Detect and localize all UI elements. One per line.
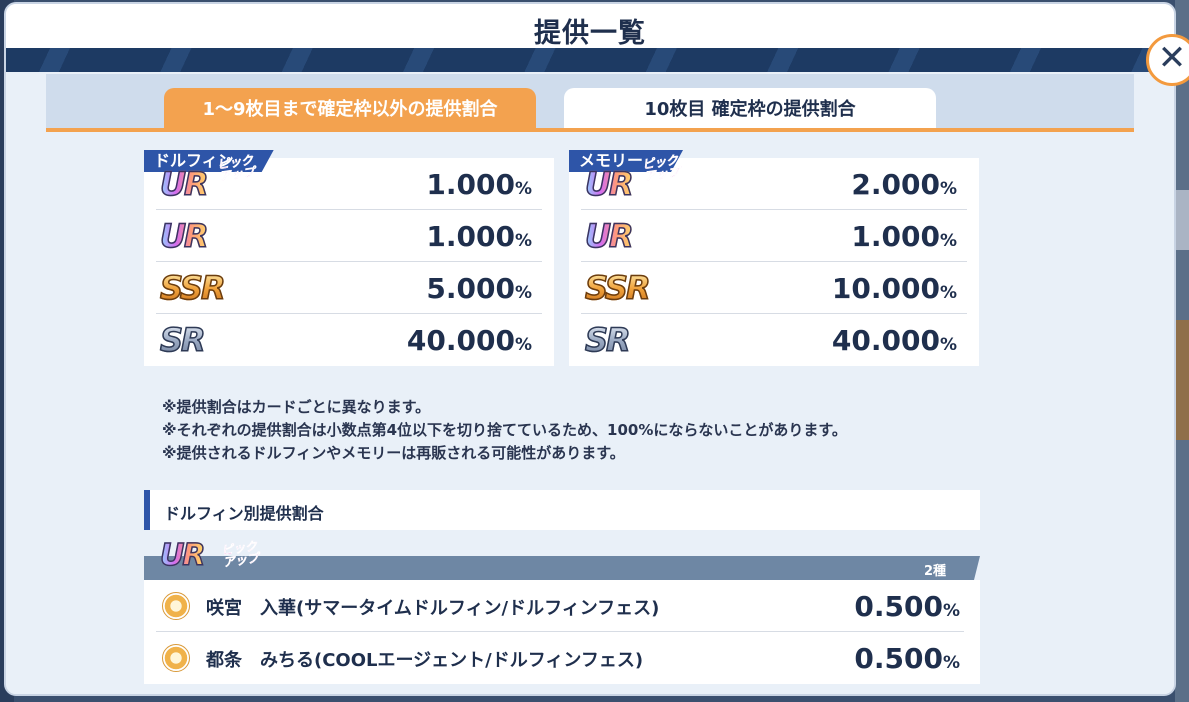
rate-row-sr: SR 40.000% bbox=[156, 314, 542, 366]
ur-pickup-badge-icon: UR bbox=[159, 165, 209, 203]
rate-value: 40.000% bbox=[406, 324, 532, 357]
character-list: 咲宮 入華(サマータイムドルフィン/ドルフィンフェス) 0.500% 都条 みち… bbox=[144, 580, 980, 684]
cool-attribute-icon bbox=[162, 592, 190, 620]
rate-row-ur: UR 1.000% bbox=[156, 210, 542, 262]
rate-value: 1.000% bbox=[426, 168, 532, 201]
rate-row-ur: UR 1.000% bbox=[581, 210, 967, 262]
section-title: ドルフィン別提供割合 bbox=[164, 504, 324, 523]
modal-header: 提供一覧 bbox=[6, 4, 1174, 49]
cool-attribute-icon bbox=[162, 644, 190, 672]
rate-row-ur-pickup: UR ピック アップ 2.000% bbox=[581, 153, 967, 210]
sr-badge-icon: SR bbox=[584, 321, 631, 359]
character-name: 都条 みちる(COOLエージェント/ドルフィンフェス) bbox=[206, 650, 644, 671]
header-stripe bbox=[6, 48, 1174, 72]
close-button[interactable]: ✕ bbox=[1146, 34, 1189, 86]
pickup-icon: ピック アップ bbox=[220, 538, 260, 570]
character-rate: 0.500% bbox=[854, 642, 960, 675]
group-count: 2種 bbox=[924, 564, 947, 579]
ur-badge-icon: UR bbox=[159, 217, 209, 255]
note-line: ※提供されるドルフィンやメモリーは再販される可能性があります。 bbox=[162, 444, 625, 462]
pickup-icon: ピック アップ bbox=[216, 152, 256, 184]
ssr-badge-icon: SSR bbox=[584, 269, 651, 307]
rates-modal: 提供一覧 1〜9枚目まで確定枠以外の提供割合 10枚目 確定枠の提供割合 ドルフ… bbox=[4, 2, 1176, 696]
rate-value: 40.000% bbox=[831, 324, 957, 357]
group-header bbox=[144, 556, 980, 580]
character-name: 咲宮 入華(サマータイムドルフィン/ドルフィンフェス) bbox=[206, 598, 660, 619]
modal-content[interactable]: 1〜9枚目まで確定枠以外の提供割合 10枚目 確定枠の提供割合 ドルフィン UR… bbox=[6, 72, 1174, 694]
sr-badge-icon: SR bbox=[159, 321, 206, 359]
memory-rate-box: メモリー UR ピック アップ 2.000% UR 1.000% SSR 10.… bbox=[569, 158, 979, 366]
rate-value: 1.000% bbox=[426, 220, 532, 253]
rate-value: 1.000% bbox=[851, 220, 957, 253]
tab-normal-rates[interactable]: 1〜9枚目まで確定枠以外の提供割合 bbox=[164, 88, 536, 128]
ur-pickup-badge-icon: UR bbox=[584, 165, 634, 203]
list-item: 咲宮 入華(サマータイムドルフィン/ドルフィンフェス) 0.500% bbox=[156, 580, 964, 632]
note-line: ※それぞれの提供割合は小数点第4位以下を切り捨てているため、100%にならないこ… bbox=[162, 421, 847, 439]
tab-underline bbox=[46, 128, 1134, 132]
pickup-icon: ピック アップ bbox=[641, 152, 681, 184]
character-rate: 0.500% bbox=[854, 590, 960, 623]
modal-title: 提供一覧 bbox=[534, 18, 646, 49]
rate-value: 2.000% bbox=[851, 168, 957, 201]
rate-row-ssr: SSR 10.000% bbox=[581, 262, 967, 314]
rate-row-ssr: SSR 5.000% bbox=[156, 262, 542, 314]
ssr-badge-icon: SSR bbox=[159, 269, 226, 307]
tab-guaranteed-rates[interactable]: 10枚目 確定枠の提供割合 bbox=[564, 88, 936, 128]
section-accent-bar bbox=[144, 490, 150, 530]
rate-value: 5.000% bbox=[426, 272, 532, 305]
ur-badge-icon: UR bbox=[584, 217, 634, 255]
dolphin-rate-box: ドルフィン UR ピック アップ 1.000% UR 1.000% SSR 5.… bbox=[144, 158, 554, 366]
rate-row-sr: SR 40.000% bbox=[581, 314, 967, 366]
section-heading: ドルフィン別提供割合 bbox=[144, 490, 980, 530]
list-item: 都条 みちる(COOLエージェント/ドルフィンフェス) 0.500% bbox=[156, 632, 964, 684]
rate-value: 10.000% bbox=[831, 272, 957, 305]
close-icon: ✕ bbox=[1157, 38, 1187, 78]
ur-pickup-badge-icon: UR bbox=[159, 537, 206, 578]
note-line: ※提供割合はカードごとに異なります。 bbox=[162, 398, 431, 416]
rate-row-ur-pickup: UR ピック アップ 1.000% bbox=[156, 153, 542, 210]
notes: ※提供割合はカードごとに異なります。 ※それぞれの提供割合は小数点第4位以下を切… bbox=[162, 396, 847, 465]
background-scene-right bbox=[1175, 0, 1189, 702]
